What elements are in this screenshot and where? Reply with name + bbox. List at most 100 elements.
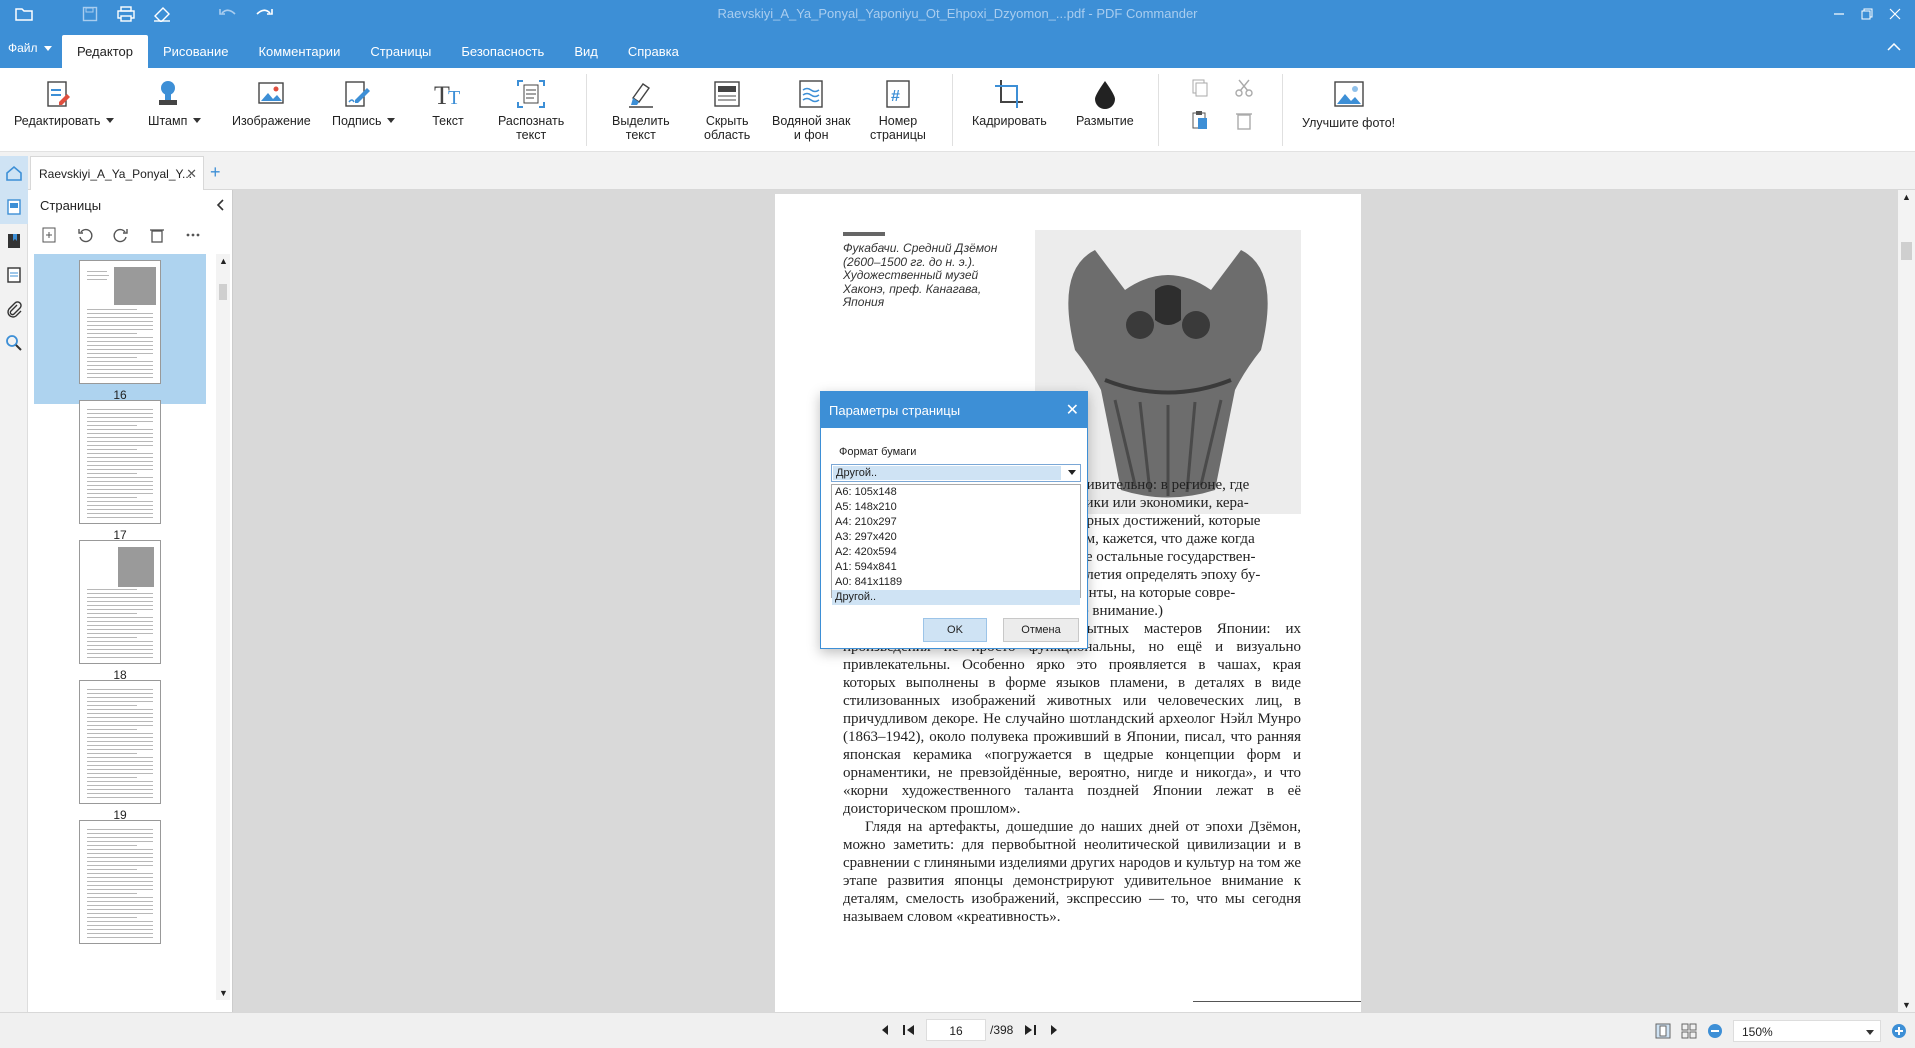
signature-button[interactable]: Подпись xyxy=(332,78,397,128)
edit-button[interactable]: Редактировать xyxy=(14,78,115,128)
enhance-photo-button[interactable]: Улучшите фото! xyxy=(1302,78,1395,130)
thumbnail-scrollbar[interactable]: ▲ ▼ xyxy=(216,254,230,1000)
format-option-a3[interactable]: A3: 297x420 xyxy=(832,530,1080,545)
tab-comments[interactable]: Комментарии xyxy=(243,35,355,68)
watermark-button[interactable]: Водяной знак и фон xyxy=(772,78,850,142)
thumbnail-text-line xyxy=(87,777,137,778)
minimize-icon[interactable] xyxy=(1825,2,1853,26)
copy-icon[interactable] xyxy=(1190,78,1210,101)
image-button[interactable]: Изображение xyxy=(232,78,311,128)
thumbnail-text-line xyxy=(87,765,153,766)
thumbnail-text-line xyxy=(87,713,153,714)
stamp-button[interactable]: Штамп xyxy=(148,78,202,128)
text-label: Текст xyxy=(432,114,464,128)
rotate-right-icon[interactable] xyxy=(112,226,130,244)
page-settings-dialog: Параметры страницы ✕ Формат бумаги Друго… xyxy=(820,391,1088,649)
format-option-a0[interactable]: A0: 841x1189 xyxy=(832,575,1080,590)
last-page-icon[interactable] xyxy=(1023,1023,1037,1037)
insert-page-icon[interactable] xyxy=(40,226,58,244)
text-button[interactable]: TT Текст xyxy=(432,78,464,128)
first-page-icon[interactable] xyxy=(902,1023,916,1037)
page-thumbnail[interactable]: 16 xyxy=(34,254,206,404)
title-bar: Raevskiyi_A_Ya_Ponyal_Yaponiyu_Ot_Ehpoxi… xyxy=(0,0,1915,28)
cancel-button[interactable]: Отмена xyxy=(1003,618,1079,642)
format-option-other[interactable]: Другой.. xyxy=(832,590,1080,605)
close-dialog-icon[interactable]: ✕ xyxy=(1066,400,1079,420)
tab-drawing[interactable]: Рисование xyxy=(148,35,243,68)
document-scrollbar[interactable]: ▲ ▼ xyxy=(1898,190,1915,1012)
page-thumbnail[interactable]: 17 xyxy=(34,394,206,544)
delete-page-icon[interactable] xyxy=(148,226,166,244)
thumbnail-text-line xyxy=(87,313,153,314)
search-icon[interactable] xyxy=(3,332,25,354)
format-option-a5[interactable]: A5: 148x210 xyxy=(832,500,1080,515)
thumbnail-text-line xyxy=(87,465,153,466)
tab-security[interactable]: Безопасность xyxy=(446,35,559,68)
thumbnail-text-line xyxy=(87,873,153,874)
close-tab-icon[interactable]: ✕ xyxy=(186,166,197,182)
format-option-a4[interactable]: A4: 210x297 xyxy=(832,515,1080,530)
page-number-button[interactable]: # Номер страницы xyxy=(870,78,926,142)
blur-button[interactable]: Размытие xyxy=(1076,78,1134,128)
thumbnail-text-line xyxy=(87,309,137,310)
rotate-left-icon[interactable] xyxy=(76,226,94,244)
thumbnail-text-line xyxy=(87,633,153,634)
tab-help[interactable]: Справка xyxy=(613,35,694,68)
bookmarks-icon[interactable] xyxy=(3,230,25,252)
attachment-icon[interactable] xyxy=(3,298,25,320)
next-page-icon[interactable] xyxy=(1047,1023,1061,1037)
zoom-out-icon[interactable] xyxy=(1707,1023,1723,1039)
blur-label: Размытие xyxy=(1076,114,1134,128)
page-thumbnail[interactable] xyxy=(34,814,206,964)
tab-pages[interactable]: Страницы xyxy=(355,35,446,68)
previous-page-icon[interactable] xyxy=(878,1023,892,1037)
thumbnail-text-line xyxy=(87,349,153,350)
collapse-ribbon-icon[interactable] xyxy=(1887,40,1901,54)
page-thumbnail[interactable]: 19 xyxy=(34,674,206,824)
ocr-icon xyxy=(517,80,546,108)
format-option-a2[interactable]: A2: 420x594 xyxy=(832,545,1080,560)
cut-icon[interactable] xyxy=(1234,78,1254,101)
tab-view[interactable]: Вид xyxy=(559,35,613,68)
zoom-in-icon[interactable] xyxy=(1891,1023,1907,1039)
document-tab[interactable]: Raevskiyi_A_Ya_Ponyal_Y... ✕ xyxy=(30,156,204,190)
ocr-button[interactable]: Распознать текст xyxy=(498,78,564,142)
file-menu-button[interactable]: Файл xyxy=(0,34,60,62)
pages-panel-title: Страницы xyxy=(40,198,102,213)
delete-icon[interactable] xyxy=(1234,110,1254,133)
thumbnail-text-line xyxy=(87,829,153,830)
close-window-icon[interactable] xyxy=(1881,2,1909,26)
thumbnail-text-line xyxy=(87,901,153,902)
highlight-text-button[interactable]: Выделить текст xyxy=(612,78,670,142)
format-option-a6[interactable]: A6: 105x148 xyxy=(832,485,1080,500)
pages-panel-icon[interactable] xyxy=(0,190,28,224)
single-page-view-icon[interactable] xyxy=(1655,1023,1671,1039)
new-tab-icon[interactable]: + xyxy=(210,162,221,183)
zoom-select[interactable]: 150% xyxy=(1733,1020,1881,1042)
thumbnail-text-line xyxy=(87,833,153,834)
current-page-input[interactable]: 16 xyxy=(926,1019,986,1041)
paste-icon[interactable] xyxy=(1190,110,1210,133)
more-options-icon[interactable] xyxy=(184,226,202,244)
text-paragraph: Глядя на артефакты, дошедшие до наших дн… xyxy=(843,819,1301,925)
paper-format-select[interactable]: Другой.. xyxy=(831,464,1081,482)
thumbnail-text-line xyxy=(87,865,153,866)
grid-view-icon[interactable] xyxy=(1681,1023,1697,1039)
sidebar-rail xyxy=(0,190,28,1012)
highlight-label-1: Выделить xyxy=(612,114,670,128)
crop-button[interactable]: Кадрировать xyxy=(972,78,1047,128)
page-thumbnail[interactable]: 18 xyxy=(34,534,206,684)
thumbnail-text-line xyxy=(87,849,153,850)
comments-list-icon[interactable] xyxy=(3,264,25,286)
tab-editor[interactable]: Редактор xyxy=(62,35,148,68)
restore-icon[interactable] xyxy=(1853,2,1881,26)
thumbnail-page-preview xyxy=(79,820,161,944)
chevron-down-icon xyxy=(1068,470,1076,475)
home-button[interactable] xyxy=(0,156,28,190)
format-option-a1[interactable]: A1: 594x841 xyxy=(832,560,1080,575)
collapse-panel-icon[interactable] xyxy=(216,198,224,214)
ok-button[interactable]: OK xyxy=(923,618,987,642)
thumbnail-text-line xyxy=(87,453,153,454)
page-footer-rule xyxy=(1193,1001,1361,1002)
hide-area-button[interactable]: Скрыть область xyxy=(704,78,750,142)
